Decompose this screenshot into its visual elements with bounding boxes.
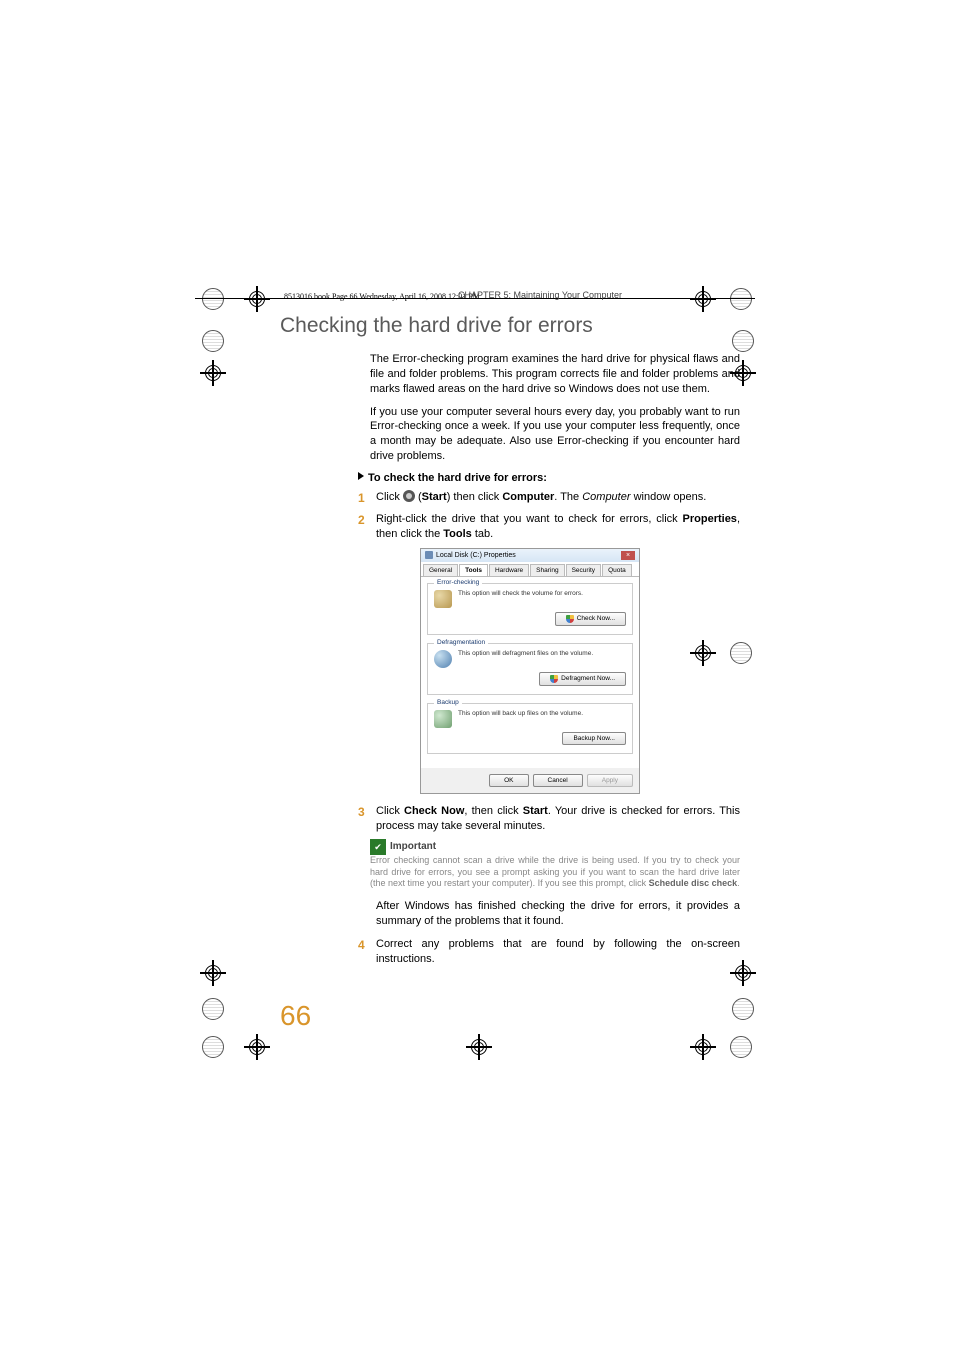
step-number: 4 bbox=[358, 937, 376, 967]
registration-mark bbox=[466, 1034, 492, 1060]
group-label: Error-checking bbox=[434, 579, 482, 586]
defragmentation-group: Defragmentation This option will defragm… bbox=[427, 643, 633, 695]
registration-mark bbox=[200, 960, 226, 986]
properties-dialog: Local Disk (C:) Properties × General Too… bbox=[420, 548, 640, 794]
chapter-header: CHAPTER 5: Maintaining Your Computer bbox=[340, 290, 740, 300]
defragment-now-button[interactable]: Defragment Now... bbox=[539, 672, 626, 686]
step-1: 1 Click (Start) then click Computer. The… bbox=[358, 490, 740, 506]
step-text: Click Check Now, then click Start. Your … bbox=[376, 804, 740, 834]
dialog-footer: OK Cancel Apply bbox=[421, 768, 639, 793]
callout-title: Important bbox=[390, 841, 436, 854]
dialog-title-text: Local Disk (C:) Properties bbox=[436, 552, 516, 559]
registration-mark bbox=[244, 286, 270, 312]
intro-paragraph-2: If you use your computer several hours e… bbox=[370, 405, 740, 464]
crop-globe bbox=[202, 330, 224, 352]
backup-icon bbox=[434, 710, 452, 728]
dialog-titlebar: Local Disk (C:) Properties × bbox=[421, 549, 639, 562]
step-3-after: After Windows has finished checking the … bbox=[376, 899, 740, 929]
registration-mark bbox=[690, 1034, 716, 1060]
intro-paragraph-1: The Error-checking program examines the … bbox=[370, 352, 740, 397]
shield-icon bbox=[550, 675, 558, 683]
tab-general[interactable]: General bbox=[423, 564, 458, 576]
group-label: Defragmentation bbox=[434, 639, 488, 646]
cancel-button[interactable]: Cancel bbox=[533, 774, 583, 787]
windows-start-icon bbox=[403, 490, 415, 502]
step-text: Right-click the drive that you want to c… bbox=[376, 512, 740, 542]
crop-globe bbox=[730, 1036, 752, 1058]
tab-hardware[interactable]: Hardware bbox=[489, 564, 529, 576]
check-now-button[interactable]: Check Now... bbox=[555, 612, 626, 626]
error-check-icon bbox=[434, 590, 452, 608]
step-2: 2 Right-click the drive that you want to… bbox=[358, 512, 740, 542]
crop-globe bbox=[732, 998, 754, 1020]
ok-button[interactable]: OK bbox=[489, 774, 528, 787]
step-number: 3 bbox=[358, 804, 376, 834]
step-number: 2 bbox=[358, 512, 376, 542]
step-number: 1 bbox=[358, 490, 376, 506]
crop-globe bbox=[202, 288, 224, 310]
dialog-tabs: General Tools Hardware Sharing Security … bbox=[421, 562, 639, 577]
group-text: This option will defragment files on the… bbox=[458, 650, 626, 657]
dialog-body: Error-checking This option will check th… bbox=[421, 577, 639, 768]
step-text: Click (Start) then click Computer. The C… bbox=[376, 490, 740, 506]
error-checking-group: Error-checking This option will check th… bbox=[427, 583, 633, 635]
page-number: 66 bbox=[280, 1000, 311, 1032]
step-text: Correct any problems that are found by f… bbox=[376, 937, 740, 967]
defrag-icon bbox=[434, 650, 452, 668]
tab-quota[interactable]: Quota bbox=[602, 564, 632, 576]
tab-security[interactable]: Security bbox=[566, 564, 601, 576]
step-3: 3 Click Check Now, then click Start. You… bbox=[358, 804, 740, 834]
apply-button[interactable]: Apply bbox=[587, 774, 633, 787]
group-text: This option will check the volume for er… bbox=[458, 590, 626, 597]
backup-now-button[interactable]: Backup Now... bbox=[562, 732, 626, 745]
shield-icon bbox=[566, 615, 574, 623]
registration-mark bbox=[244, 1034, 270, 1060]
tab-tools[interactable]: Tools bbox=[459, 564, 488, 576]
procedure-heading: To check the hard drive for errors: bbox=[358, 472, 740, 484]
crop-globe bbox=[202, 1036, 224, 1058]
close-icon[interactable]: × bbox=[621, 551, 635, 560]
important-callout: ✔ Important Error checking cannot scan a… bbox=[370, 839, 740, 889]
tab-sharing[interactable]: Sharing bbox=[530, 564, 564, 576]
procedure-heading-text: To check the hard drive for errors: bbox=[368, 472, 547, 484]
group-label: Backup bbox=[434, 699, 462, 706]
section-title: Checking the hard drive for errors bbox=[280, 314, 740, 338]
registration-mark bbox=[200, 360, 226, 386]
backup-group: Backup This option will back up files on… bbox=[427, 703, 633, 754]
crop-globe bbox=[202, 998, 224, 1020]
page-content: CHAPTER 5: Maintaining Your Computer Che… bbox=[280, 290, 740, 973]
callout-bold: Schedule disc check bbox=[649, 878, 738, 888]
step-4: 4 Correct any problems that are found by… bbox=[358, 937, 740, 967]
drive-icon bbox=[425, 551, 433, 559]
checkmark-icon: ✔ bbox=[370, 839, 386, 855]
triangle-bullet-icon bbox=[358, 472, 364, 480]
group-text: This option will back up files on the vo… bbox=[458, 710, 626, 717]
